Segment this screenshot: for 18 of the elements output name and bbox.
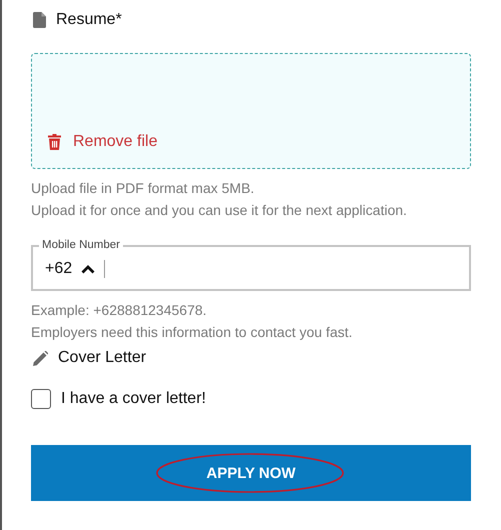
apply-now-button[interactable]: APPLY NOW <box>31 445 471 501</box>
resume-label: Resume* <box>56 11 122 29</box>
checkbox-label[interactable]: I have a cover letter! <box>61 390 206 408</box>
remove-file-button[interactable]: Remove file <box>48 133 158 151</box>
document-icon <box>33 12 46 28</box>
upload-dropzone[interactable]: Remove file <box>31 53 471 169</box>
help-text: Example: +6288812345678. <box>31 301 208 320</box>
pencil-icon <box>33 350 48 366</box>
help-text: Employers need this information to contact you fast. <box>31 323 354 342</box>
help-text: Upload it for once and you can use it for the next application. <box>31 201 408 220</box>
help-text: Upload file in PDF format max 5MB. <box>31 179 256 198</box>
field-label: Mobile Number <box>41 239 121 252</box>
checkbox[interactable] <box>31 389 51 409</box>
mobile-number-field[interactable]: Mobile Number +62 <box>31 239 471 291</box>
cover-letter-label: Cover Letter <box>58 349 146 367</box>
country-code[interactable]: +62 <box>45 260 72 278</box>
caret-up-icon[interactable] <box>81 264 96 274</box>
trash-icon <box>48 134 61 150</box>
